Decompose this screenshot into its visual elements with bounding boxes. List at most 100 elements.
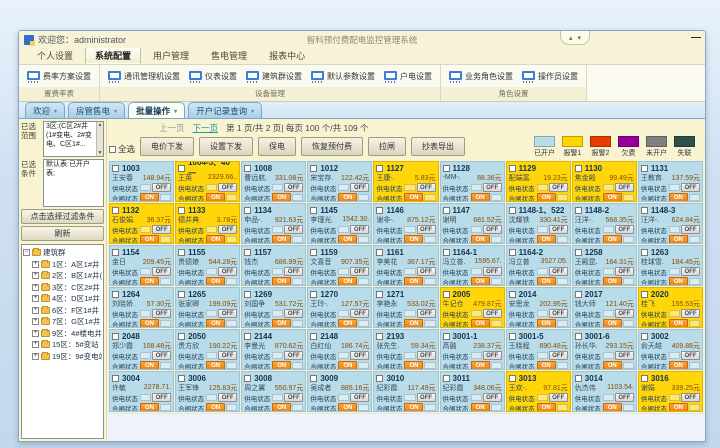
room-card[interactable]: 1003王安春148.94元供电状态OFF合闸状态ON (109, 161, 174, 202)
room-checkbox[interactable] (509, 249, 516, 256)
tab-dropdown-icon[interactable]: ▾ (174, 108, 177, 115)
next-page-link[interactable]: 下一页 (193, 122, 219, 134)
supply-off-button[interactable]: OFF (615, 351, 634, 360)
supply-off-button[interactable]: OFF (549, 267, 568, 276)
room-card[interactable]: 1157钱杰686.99元供电状态OFF合闸状态ON (241, 245, 306, 286)
breaker-on-button[interactable]: ON (404, 277, 423, 286)
supply-off-button[interactable]: OFF (483, 267, 502, 276)
room-card[interactable]: 3001-1高融238.37元供电状态OFF合闸状态ON (440, 329, 505, 370)
room-checkbox[interactable] (641, 333, 648, 340)
tree-item[interactable]: +2区：B区1#井(B区1# (23, 270, 102, 282)
batch-button-拉闸[interactable]: 拉闸 (368, 137, 406, 156)
supply-off-button[interactable]: OFF (152, 183, 171, 192)
room-card[interactable]: 1008曹远航.331.08元供电状态OFF合闸状态ON (241, 161, 306, 202)
room-card[interactable]: 1012宋宝存.122.42元供电状态OFF合闸状态ON (307, 161, 372, 202)
selected-range-box[interactable]: 3区:(C区2#井 (1#变电、2#变电、C区1#... ▲▼ (43, 121, 104, 157)
room-checkbox[interactable] (575, 207, 582, 214)
room-card[interactable]: 3014仇杰伟1103.54.供电状态OFF合闸状态ON (572, 371, 637, 412)
room-checkbox[interactable] (641, 291, 648, 298)
supply-off-button[interactable]: OFF (152, 351, 171, 360)
room-checkbox[interactable] (112, 333, 119, 340)
room-checkbox[interactable] (310, 291, 317, 298)
supply-off-button[interactable]: OFF (284, 393, 303, 402)
ribbon-button-业务角色设置[interactable]: 业务角色设置 (449, 71, 513, 83)
supply-off-button[interactable]: OFF (417, 225, 436, 234)
breaker-on-button[interactable]: ON (338, 193, 357, 202)
room-checkbox[interactable] (575, 165, 582, 172)
room-checkbox[interactable] (376, 249, 383, 256)
expand-icon[interactable]: + (32, 307, 39, 314)
prev-page-link[interactable]: 上一页 (159, 122, 185, 134)
expand-icon[interactable]: + (32, 272, 39, 279)
batch-button-电价下发[interactable]: 电价下发 (140, 137, 194, 156)
breaker-on-button[interactable]: ON (471, 403, 490, 412)
supply-off-button[interactable]: OFF (350, 393, 369, 402)
room-card[interactable]: 1148-3汪洋-.624.84元供电状态OFF合闸状态ON (638, 203, 703, 244)
breaker-on-button[interactable]: ON (206, 361, 225, 370)
room-card[interactable]: 2193张先生.59.34元供电状态OFF合闸状态ON (373, 329, 438, 370)
supply-off-button[interactable]: OFF (681, 225, 700, 234)
breaker-on-button[interactable]: ON (669, 319, 688, 328)
room-checkbox[interactable] (443, 249, 450, 256)
breaker-on-button[interactable]: ON (404, 235, 423, 244)
room-checkbox[interactable] (641, 249, 648, 256)
breaker-on-button[interactable]: ON (206, 235, 225, 244)
tree-item[interactable]: +9区：4#楼电井（4#楼 (23, 328, 102, 340)
room-card[interactable]: 3001-6孙长华.293.15元供电状态OFF合闸状态ON (572, 329, 637, 370)
room-card[interactable]: 1154金日209.45元供电状态OFF合闸状态ON (109, 245, 174, 286)
tree-item[interactable]: +6区：F区1#井（F区1# (23, 305, 102, 317)
breaker-on-button[interactable]: ON (338, 277, 357, 286)
supply-off-button[interactable]: OFF (152, 225, 171, 234)
room-card[interactable]: 1127王康-.5.83元供电状态OFF合闸状态ON (373, 161, 438, 202)
supply-off-button[interactable]: OFF (681, 183, 700, 192)
breaker-on-button[interactable]: ON (537, 403, 556, 412)
supply-off-button[interactable]: OFF (681, 309, 700, 318)
menu-item-系统配置[interactable]: 系统配置 (85, 46, 141, 64)
supply-off-button[interactable]: OFF (549, 309, 568, 318)
room-checkbox[interactable] (575, 249, 582, 256)
supply-off-button[interactable]: OFF (152, 267, 171, 276)
refresh-button[interactable]: 刷新 (21, 226, 104, 241)
room-checkbox[interactable] (178, 207, 185, 214)
supply-off-button[interactable]: OFF (681, 351, 700, 360)
tree-item[interactable]: +19区：9#变电站（2# (23, 351, 102, 363)
room-card[interactable]: 1155贵德娘544.28元供电状态OFF合闸状态ON (175, 245, 240, 286)
room-checkbox[interactable] (509, 333, 516, 340)
room-card[interactable]: 2148白红仙186.74元供电状态OFF合闸状态ON (307, 329, 372, 370)
menu-item-售电管理[interactable]: 售电管理 (201, 46, 257, 64)
room-card[interactable]: 1258王殿昆.184.31元供电状态OFF合闸状态ON (572, 245, 637, 286)
breaker-on-button[interactable]: ON (537, 235, 556, 244)
room-checkbox[interactable] (443, 291, 450, 298)
breaker-on-button[interactable]: ON (338, 403, 357, 412)
room-card[interactable]: 1265张家卿199.09元供电状态OFF合闸状态ON (175, 287, 240, 328)
supply-off-button[interactable]: OFF (615, 309, 634, 318)
room-checkbox[interactable] (575, 291, 582, 298)
supply-off-button[interactable]: OFF (483, 183, 502, 192)
breaker-on-button[interactable]: ON (404, 361, 423, 370)
tab-dropdown-icon[interactable]: ▾ (54, 108, 57, 115)
tree-item[interactable]: +1区：A区1#井 (23, 259, 102, 271)
collapse-icon[interactable]: − (23, 249, 30, 256)
expand-icon[interactable]: + (32, 318, 39, 325)
supply-off-button[interactable]: OFF (152, 309, 171, 318)
room-checkbox[interactable] (244, 375, 251, 382)
supply-off-button[interactable]: OFF (152, 393, 171, 402)
supply-off-button[interactable]: OFF (549, 225, 568, 234)
ribbon-button-费率方案设置[interactable]: 费率方案设置 (27, 71, 91, 83)
breaker-on-button[interactable]: ON (537, 193, 556, 202)
supply-off-button[interactable]: OFF (218, 267, 237, 276)
room-card[interactable]: 3002俞天越409.88元供电状态OFF合闸状态ON (638, 329, 703, 370)
supply-off-button[interactable]: OFF (218, 309, 237, 318)
supply-off-button[interactable]: OFF (615, 393, 634, 402)
room-checkbox[interactable] (509, 375, 516, 382)
room-checkbox[interactable] (575, 333, 582, 340)
supply-off-button[interactable]: OFF (284, 351, 303, 360)
room-checkbox[interactable] (310, 375, 317, 382)
ribbon-button-操作员设置[interactable]: 操作员设置 (522, 71, 578, 83)
room-checkbox[interactable] (509, 207, 516, 214)
breaker-on-button[interactable]: ON (471, 361, 490, 370)
select-all-checkbox[interactable] (109, 146, 116, 153)
choose-filter-button[interactable]: 点击选择过滤条件 (21, 209, 104, 224)
ribbon-button-建筑群设置[interactable]: 建筑群设置 (246, 71, 302, 83)
ribbon-collapse-control[interactable]: ▴ ▾ (560, 31, 590, 45)
